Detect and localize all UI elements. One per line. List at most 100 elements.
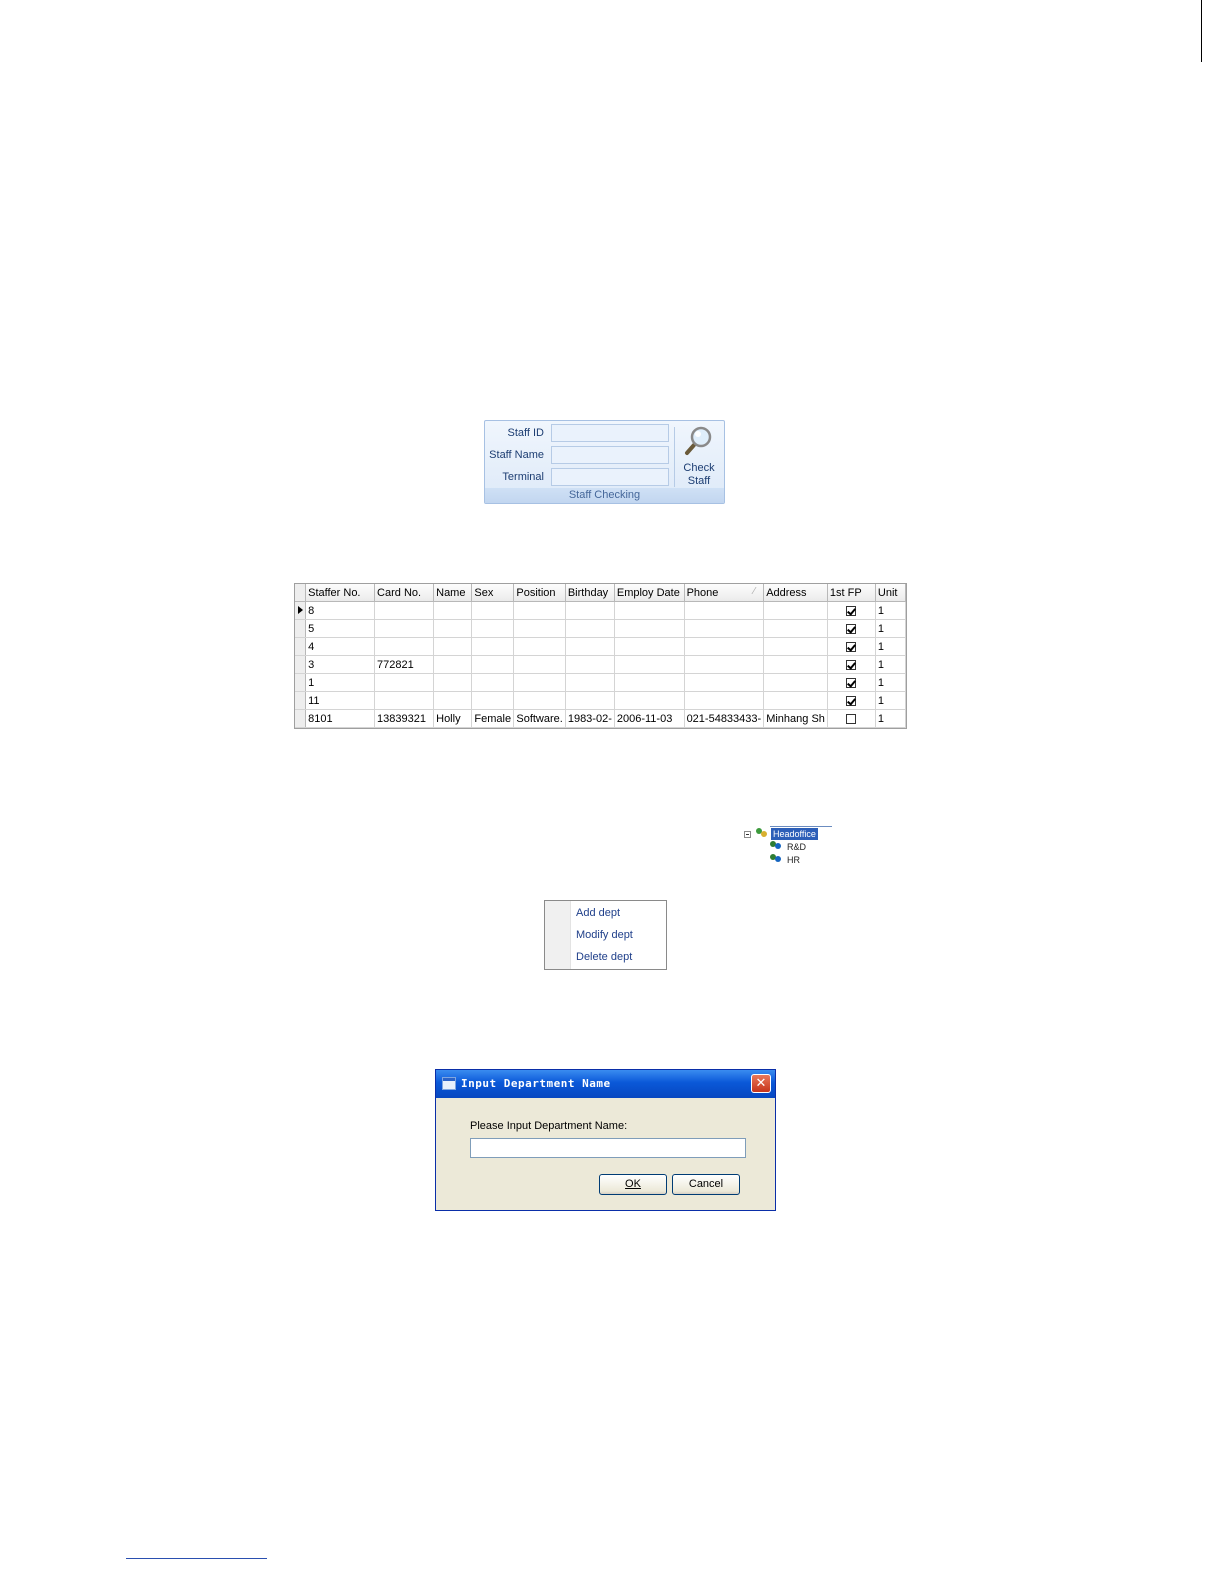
terminal-input[interactable] [551,468,669,486]
table-cell[interactable] [684,673,765,692]
table-row[interactable]: 8101 13839321 Holly Female Software. 1983-02-… [295,709,907,728]
table-cell[interactable] [374,673,435,692]
table-cell[interactable]: 13839321 [374,709,435,728]
table-cell[interactable]: 1 [875,709,907,728]
table-cell[interactable]: 1 [875,691,907,710]
table-cell[interactable]: 2006-11-03 [614,709,685,728]
table-cell[interactable]: 5 [305,619,376,638]
first-fp-checkbox[interactable] [846,605,857,616]
table-cell[interactable] [614,601,685,620]
table-cell[interactable] [433,655,473,674]
table-cell[interactable] [763,655,828,674]
first-fp-checkbox[interactable] [846,641,857,652]
table-cell[interactable] [471,619,515,638]
table-cell[interactable] [471,601,515,620]
first-fp-checkbox[interactable] [846,713,857,724]
table-cell[interactable]: Female [471,709,515,728]
table-cell[interactable] [565,655,615,674]
table-cell[interactable] [471,637,515,656]
column-header[interactable]: Sex [471,584,515,602]
table-cell[interactable] [433,619,473,638]
table-cell[interactable] [763,637,828,656]
table-cell[interactable] [374,637,435,656]
table-cell[interactable] [513,619,566,638]
table-cell[interactable] [614,637,685,656]
row-indicator[interactable] [295,709,307,728]
tree-node-headoffice[interactable]: Headoffice [771,828,818,840]
table-cell[interactable] [684,691,765,710]
department-name-input[interactable] [470,1138,746,1158]
menu-item-delete-dept[interactable]: Delete dept [576,951,632,963]
table-cell[interactable] [565,637,615,656]
table-cell[interactable]: 3 [305,655,376,674]
table-cell[interactable]: Holly [433,709,473,728]
table-cell[interactable] [374,601,435,620]
check-staff-button[interactable]: Check Staff [676,425,722,489]
staff-name-input[interactable] [551,446,669,464]
table-row[interactable]: 11 1 [295,691,907,710]
first-fp-checkbox[interactable] [846,677,857,688]
column-header[interactable]: Birthday [565,584,615,602]
table-cell[interactable]: 1 [875,619,907,638]
table-cell[interactable] [763,673,828,692]
table-cell[interactable] [565,691,615,710]
table-cell[interactable] [684,637,765,656]
table-cell[interactable] [763,601,828,620]
table-cell[interactable]: Software. [513,709,566,728]
staff-id-input[interactable] [551,424,669,442]
table-cell[interactable] [763,691,828,710]
table-cell[interactable] [433,601,473,620]
table-cell[interactable] [684,655,765,674]
table-cell[interactable]: 11 [305,691,376,710]
table-row[interactable]: 51 [295,619,907,638]
table-cell[interactable] [374,619,435,638]
table-cell[interactable]: 772821 [374,655,435,674]
column-header[interactable]: Staffer No. [305,584,376,602]
table-cell[interactable] [433,691,473,710]
table-row[interactable]: 81 [295,601,907,620]
column-header[interactable]: Employ Date [614,584,685,602]
table-cell[interactable]: 021-54833433- [684,709,765,728]
column-header[interactable]: Unit [875,584,907,602]
row-indicator[interactable] [295,691,307,710]
first-fp-checkbox[interactable] [846,659,857,670]
row-indicator[interactable] [295,619,307,638]
column-header[interactable]: Address [763,584,828,602]
table-cell[interactable] [614,655,685,674]
row-indicator[interactable] [295,655,307,674]
table-cell[interactable] [513,691,566,710]
tree-node-rd[interactable]: R&D [787,841,806,853]
table-cell[interactable] [565,673,615,692]
column-header[interactable]: Card No. [374,584,435,602]
table-cell[interactable]: 8101 [305,709,376,728]
table-cell[interactable] [565,601,615,620]
tree-node-hr[interactable]: HR [787,854,800,866]
table-cell[interactable] [374,691,435,710]
table-cell[interactable]: 1 [305,673,376,692]
table-cell[interactable] [513,673,566,692]
table-cell[interactable]: 1 [875,673,907,692]
table-cell[interactable] [513,637,566,656]
collapse-icon[interactable] [744,831,751,838]
table-cell[interactable] [684,601,765,620]
table-cell[interactable] [471,691,515,710]
column-header[interactable]: Position [513,584,566,602]
table-cell[interactable]: 8 [305,601,376,620]
table-row[interactable]: 11 [295,673,907,692]
first-fp-checkbox[interactable] [846,695,857,706]
table-cell[interactable] [684,619,765,638]
ok-button[interactable]: OK [599,1174,667,1195]
table-cell[interactable] [433,673,473,692]
table-cell[interactable] [433,637,473,656]
table-row[interactable]: 3 772821 1 [295,655,907,674]
table-cell[interactable]: 1 [875,637,907,656]
table-cell[interactable]: 4 [305,637,376,656]
menu-item-modify-dept[interactable]: Modify dept [576,929,633,941]
column-header[interactable]: Phone ⁄ [684,584,765,602]
table-cell[interactable] [471,673,515,692]
row-indicator[interactable] [295,637,307,656]
table-cell[interactable]: 1 [875,655,907,674]
row-indicator[interactable] [295,601,307,620]
column-header[interactable]: 1st FP [827,584,876,602]
row-indicator[interactable] [295,673,307,692]
